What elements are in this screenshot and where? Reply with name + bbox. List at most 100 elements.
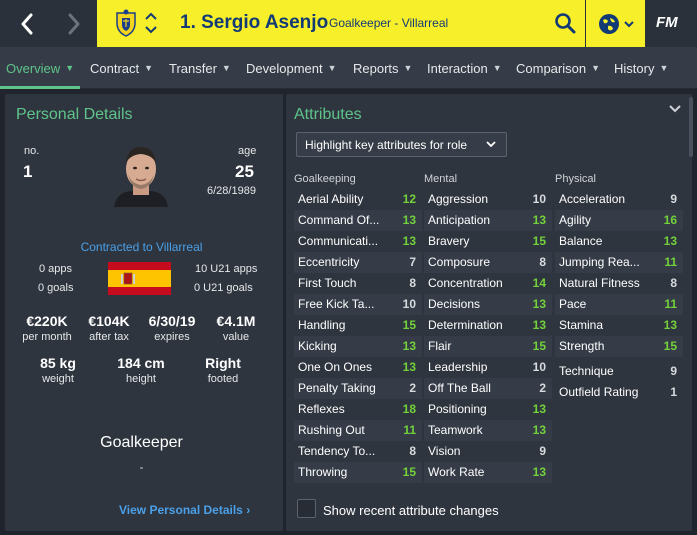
attribute-value: 11 [403, 423, 416, 437]
attribute-row[interactable]: Anticipation 13 [424, 210, 552, 231]
attribute-name: Reflexes [298, 402, 345, 416]
chevron-down-icon: ▼ [492, 63, 502, 73]
chevron-down-icon: ▼ [403, 63, 413, 73]
chevron-down-icon: ▼ [144, 63, 154, 73]
attribute-row[interactable]: Teamwork 13 [424, 420, 552, 441]
up-down-arrow-icon[interactable] [144, 10, 158, 36]
tab-transfer[interactable]: Transfer ▼ [169, 47, 231, 89]
wage-value: €220K [26, 313, 68, 329]
attribute-name: Kicking [298, 339, 337, 353]
back-button[interactable] [4, 0, 50, 47]
attribute-name: Bravery [428, 234, 470, 248]
scrollbar[interactable] [689, 97, 693, 157]
attribute-row[interactable]: Rushing Out 11 [294, 420, 422, 441]
forward-button[interactable] [51, 0, 97, 47]
attribute-row[interactable]: Natural Fitness 8 [555, 273, 683, 294]
player-position: Goalkeeper [100, 434, 183, 451]
attribute-name: Vision [428, 444, 461, 458]
attribute-value: 11 [664, 255, 677, 269]
club-crest-icon[interactable] [114, 9, 138, 37]
attribute-value: 15 [663, 339, 677, 353]
attribute-name: Work Rate [428, 465, 485, 479]
market-value-label: value [222, 331, 250, 343]
attribute-name: Aerial Ability [298, 192, 364, 206]
attribute-row[interactable]: Command Of... 13 [294, 210, 422, 231]
contract-status-link[interactable]: Contracted to Villarreal [0, 240, 283, 254]
preferred-foot-value: Right [205, 355, 241, 371]
goalkeeping-attributes: Aerial Ability 12 Command Of... 13 Communica… [294, 189, 422, 483]
tab-reports[interactable]: Reports ▼ [353, 47, 412, 89]
attribute-row[interactable]: Work Rate 13 [424, 462, 552, 483]
height-label: height [126, 373, 156, 385]
search-icon[interactable] [553, 11, 577, 35]
attribute-row[interactable]: Off The Ball 2 [424, 378, 552, 399]
attribute-row[interactable]: Penalty Taking 2 [294, 378, 422, 399]
player-header: 1. Sergio Asenjo Goalkeeper - Villarreal [97, 0, 585, 47]
attribute-row[interactable]: Flair 15 [424, 336, 552, 357]
view-personal-details-link[interactable]: View Personal Details › [119, 503, 250, 517]
physical-attributes: Acceleration 9 Agility 16 Balance 13 Jumping R… [555, 189, 683, 357]
attribute-name: Free Kick Ta... [298, 297, 375, 311]
show-recent-changes-checkbox[interactable] [297, 499, 316, 518]
attribute-row[interactable]: Aerial Ability 12 [294, 189, 422, 210]
tab-label: Contract [90, 60, 140, 76]
attribute-name: Outfield Rating [559, 385, 639, 399]
attribute-value: 10 [532, 360, 546, 374]
attribute-row[interactable]: Throwing 15 [294, 462, 422, 483]
attribute-row[interactable]: Pace 11 [555, 294, 683, 315]
tab-comparison[interactable]: Comparison ▼ [516, 47, 600, 89]
attribute-row[interactable]: Reflexes 18 [294, 399, 422, 420]
attribute-row[interactable]: First Touch 8 [294, 273, 422, 294]
attribute-value: 13 [402, 234, 416, 248]
attribute-row[interactable]: Stamina 13 [555, 315, 683, 336]
attribute-value: 9 [539, 444, 546, 458]
attribute-row[interactable]: Positioning 13 [424, 399, 552, 420]
attribute-row[interactable]: Composure 8 [424, 252, 552, 273]
attribute-row[interactable]: Aggression 10 [424, 189, 552, 210]
attribute-row[interactable]: Free Kick Ta... 10 [294, 294, 422, 315]
attribute-name: Handling [298, 318, 346, 332]
tab-development[interactable]: Development ▼ [246, 47, 337, 89]
attribute-row[interactable]: One On Ones 13 [294, 357, 422, 378]
spain-flag-icon[interactable] [108, 262, 171, 295]
attribute-row[interactable]: Balance 13 [555, 231, 683, 252]
tab-contract[interactable]: Contract ▼ [90, 47, 153, 89]
attribute-row[interactable]: Eccentricity 7 [294, 252, 422, 273]
attribute-row[interactable]: Strength 15 [555, 336, 683, 357]
attribute-value: 15 [402, 318, 416, 332]
attribute-row[interactable]: Acceleration 9 [555, 189, 683, 210]
highlight-role-dropdown[interactable]: Highlight key attributes for role [296, 132, 507, 157]
tab-history[interactable]: History ▼ [614, 47, 668, 89]
attribute-row[interactable]: Jumping Rea... 11 [555, 252, 683, 273]
attribute-value: 2 [539, 381, 546, 395]
globe-menu-button[interactable] [586, 0, 645, 47]
attribute-name: Command Of... [298, 213, 380, 227]
attribute-row[interactable]: Determination 13 [424, 315, 552, 336]
attribute-row[interactable]: Technique 9 [555, 361, 683, 382]
attribute-value: 10 [532, 192, 546, 206]
attribute-name: Jumping Rea... [559, 255, 640, 269]
attribute-row[interactable]: Bravery 15 [424, 231, 552, 252]
attribute-name: Aggression [428, 192, 489, 206]
attribute-name: Tendency To... [298, 444, 376, 458]
attribute-row[interactable]: Leadership 10 [424, 357, 552, 378]
attribute-value: 7 [409, 255, 416, 269]
attribute-row[interactable]: Agility 16 [555, 210, 683, 231]
weight-label: weight [42, 373, 74, 385]
wage-label: per month [22, 331, 72, 343]
attribute-name: Decisions [428, 297, 481, 311]
tab-overview[interactable]: Overview ▼ [6, 47, 74, 89]
attribute-row[interactable]: Decisions 13 [424, 294, 552, 315]
attribute-row[interactable]: Vision 9 [424, 441, 552, 462]
attribute-row[interactable]: Tendency To... 8 [294, 441, 422, 462]
attribute-row[interactable]: Kicking 13 [294, 336, 422, 357]
attribute-row[interactable]: Concentration 14 [424, 273, 552, 294]
attribute-row[interactable]: Handling 15 [294, 315, 422, 336]
goals-count: 0 goals [38, 282, 74, 294]
tab-interaction[interactable]: Interaction ▼ [427, 47, 502, 89]
attribute-value: 16 [663, 213, 677, 227]
collapse-chevron-icon[interactable] [668, 103, 682, 115]
contract-expiry-value: 6/30/19 [148, 313, 196, 329]
attribute-row[interactable]: Communicati... 13 [294, 231, 422, 252]
attribute-row[interactable]: Outfield Rating 1 [555, 382, 683, 403]
